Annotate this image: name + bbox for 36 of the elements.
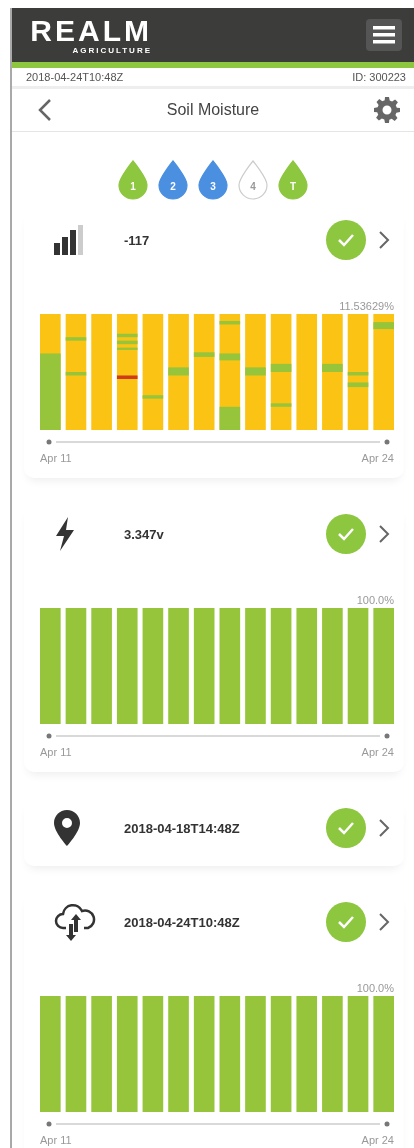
- sensor-drop[interactable]: 2: [158, 160, 188, 200]
- chevron-right-icon[interactable]: [378, 912, 390, 932]
- back-icon: [38, 98, 52, 122]
- last-update-time: 2018-04-24T10:48Z: [26, 71, 124, 83]
- chevron-right-icon[interactable]: [378, 524, 390, 544]
- menu-button[interactable]: [366, 19, 402, 51]
- cloud-sync-icon: [54, 902, 96, 942]
- max-reading: 100.0%: [355, 594, 394, 606]
- menu-icon: [373, 26, 395, 44]
- sensor-drop[interactable]: 1: [118, 160, 148, 200]
- metric-value: 2018-04-18T14:48Z: [124, 820, 241, 836]
- chevron-right-icon[interactable]: [378, 818, 390, 838]
- gear-icon: [374, 97, 400, 123]
- max-reading: 100.0%: [355, 982, 394, 994]
- page-title: Soil Moisture: [166, 101, 260, 119]
- settings-button[interactable]: [374, 97, 400, 123]
- brand-logo: REALM AGRICULTURE: [32, 15, 152, 55]
- start-date: Apr 11: [40, 452, 72, 464]
- lightning-bolt-icon: [54, 517, 76, 551]
- start-date: Apr 11: [40, 746, 72, 758]
- end-date: Apr 24: [361, 452, 394, 464]
- metric-value: 3.347v: [124, 526, 165, 542]
- end-date: Apr 24: [361, 1134, 394, 1146]
- metric-value: 2018-04-24T10:48Z: [124, 914, 241, 930]
- sensor-drop[interactable]: T: [278, 160, 308, 200]
- chevron-right-icon[interactable]: [378, 230, 390, 250]
- map-pin-icon: [54, 810, 80, 846]
- signal-bars-icon: [54, 225, 84, 255]
- end-date: Apr 24: [361, 746, 394, 758]
- max-reading: 11.53629%: [338, 300, 394, 312]
- device-id: ID: 300223: [352, 71, 406, 83]
- sensor-drop[interactable]: 3: [198, 160, 228, 200]
- start-date: Apr 11: [40, 1134, 72, 1146]
- back-button[interactable]: [38, 98, 52, 122]
- metric-value: -117: [124, 232, 151, 248]
- sensor-drop[interactable]: 4: [238, 160, 268, 200]
